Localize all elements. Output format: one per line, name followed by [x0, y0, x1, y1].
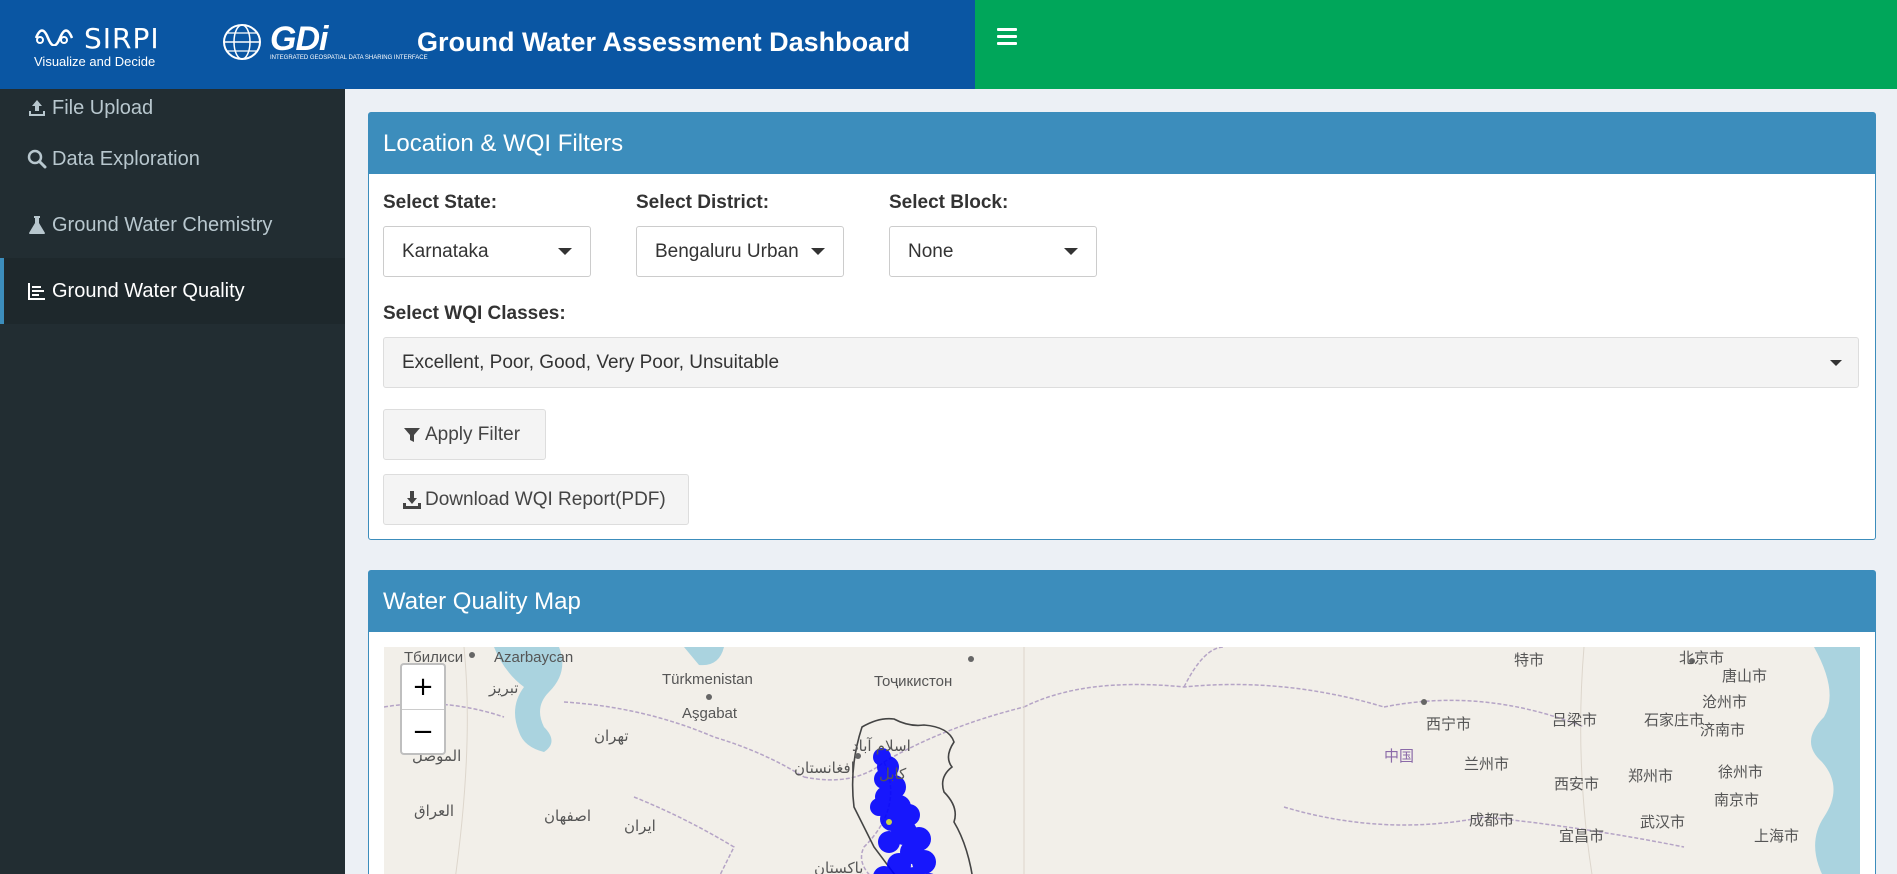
upload-icon: [26, 97, 48, 119]
map-panel-title: Water Quality Map: [369, 571, 1875, 632]
wqi-classes-label: Select WQI Classes:: [383, 303, 566, 324]
state-label: Select State:: [383, 192, 498, 213]
district-label: Select District:: [636, 192, 770, 213]
map-label: 特市: [1514, 652, 1545, 669]
top-navbar: [975, 0, 1897, 89]
sidebar-item-label: Ground Water Chemistry: [52, 213, 273, 236]
map-label: 吕梁市: [1552, 712, 1598, 729]
map-label: 西安市: [1554, 776, 1600, 793]
state-select-value: Karnataka: [402, 240, 489, 262]
wqi-classes-value: Excellent, Poor, Good, Very Poor, Unsuit…: [402, 351, 780, 373]
sidebar-item-data-exploration[interactable]: Data Exploration: [0, 126, 345, 192]
sidebar-item-file-upload[interactable]: File Upload: [0, 89, 345, 126]
map-label: 石家庄市: [1644, 712, 1705, 729]
map-label: 宜昌市: [1559, 828, 1605, 845]
sidebar-item-label: File Upload: [52, 97, 154, 119]
main-content: Location & WQI Filters Select State: Kar…: [345, 89, 1897, 874]
sirpi-tagline: Visualize and Decide: [34, 54, 156, 69]
gdi-logo-text: GDi: [270, 19, 328, 58]
apply-filter-button[interactable]: Apply Filter: [383, 409, 546, 460]
sirpi-wave-icon: [34, 24, 82, 54]
brand-bar: SIRPI Visualize and Decide GDi INTEGRATE…: [0, 0, 975, 89]
map-panel: Water Quality Map Тбилиси Azarbaycan تبر…: [368, 570, 1876, 874]
chevron-down-icon: [1064, 248, 1078, 255]
sidebar-toggle-icon[interactable]: [997, 28, 1017, 46]
map-label: 兰州市: [1464, 756, 1510, 773]
block-select[interactable]: None: [889, 226, 1097, 277]
map-label: تهران: [594, 728, 629, 745]
wqi-classes-select[interactable]: Excellent, Poor, Good, Very Poor, Unsuit…: [383, 337, 1859, 388]
map-label: 郑州市: [1628, 768, 1674, 785]
map-basemap: [384, 647, 1860, 874]
sidebar-item-ground-water-chemistry[interactable]: Ground Water Chemistry: [0, 192, 345, 258]
map-label: 西宁市: [1426, 716, 1472, 733]
gdi-logo-text-group: GDi INTEGRATED GEOSPATIAL DATA SHARING I…: [270, 19, 428, 62]
district-select[interactable]: Bengaluru Urban: [636, 226, 844, 277]
sidebar: File Upload Data Exploration Ground Wate…: [0, 89, 345, 874]
map-label: Тоҷикистон: [874, 673, 953, 690]
download-icon: [402, 490, 422, 510]
filter-icon: [402, 425, 422, 445]
map-zoom-control: + −: [400, 663, 446, 755]
map-label: Türkmenistan: [662, 671, 753, 688]
block-label: Select Block:: [889, 192, 1009, 213]
map-label: Aşgabat: [682, 705, 738, 722]
map-label: 济南市: [1700, 722, 1746, 739]
apply-filter-label: Apply Filter: [425, 423, 521, 445]
chart-icon: [26, 280, 48, 302]
chevron-down-icon: [1830, 360, 1842, 366]
map-label: کابل: [879, 766, 907, 783]
header: SIRPI Visualize and Decide GDi INTEGRATE…: [0, 0, 1897, 89]
gdi-logo-subtext: INTEGRATED GEOSPATIAL DATA SHARING INTER…: [270, 54, 428, 61]
map-label: 北京市: [1679, 650, 1725, 667]
state-select[interactable]: Karnataka: [383, 226, 591, 277]
flask-icon: [26, 214, 48, 236]
map-label: اسلام آباد: [852, 738, 911, 755]
map-label: 唐山市: [1722, 668, 1768, 685]
filters-panel: Location & WQI Filters Select State: Kar…: [368, 112, 1876, 540]
zoom-out-button[interactable]: −: [402, 709, 444, 753]
map-label: تبریز: [489, 680, 519, 697]
district-select-value: Bengaluru Urban: [655, 240, 799, 262]
chevron-down-icon: [811, 248, 825, 255]
map-label: 徐州市: [1718, 764, 1764, 781]
map-label: 武汉市: [1640, 814, 1686, 831]
map-label: افغانستان: [794, 760, 855, 777]
sidebar-item-label: Data Exploration: [52, 147, 200, 170]
map-label: اصفهان: [544, 808, 591, 825]
sirpi-logo[interactable]: SIRPI Visualize and Decide: [34, 24, 160, 69]
chevron-down-icon: [558, 248, 572, 255]
block-select-value: None: [908, 240, 954, 262]
sidebar-item-label: Ground Water Quality: [52, 279, 245, 302]
map-label: ایران: [624, 818, 656, 835]
download-report-label: Download WQI Report(PDF): [425, 488, 666, 510]
globe-icon: [223, 24, 261, 60]
map-label: 成都市: [1469, 812, 1515, 829]
map-label: 沧州市: [1702, 694, 1748, 711]
filters-panel-title: Location & WQI Filters: [369, 113, 1875, 174]
map-label: پاکستان: [814, 860, 864, 874]
gdi-logo[interactable]: GDi INTEGRATED GEOSPATIAL DATA SHARING I…: [220, 22, 428, 62]
sidebar-item-ground-water-quality[interactable]: Ground Water Quality: [0, 258, 345, 324]
map-label: العراق: [414, 803, 455, 820]
sirpi-logo-text: SIRPI: [84, 22, 160, 55]
map-label: 南京市: [1714, 792, 1760, 809]
zoom-in-button[interactable]: +: [402, 665, 444, 709]
app-title: Ground Water Assessment Dashboard: [417, 27, 911, 57]
download-report-button[interactable]: Download WQI Report(PDF): [383, 474, 689, 525]
search-icon: [26, 148, 48, 170]
map-label: 中国: [1384, 748, 1415, 765]
sirpi-logo-mark: SIRPI: [34, 24, 160, 54]
water-quality-map[interactable]: Тбилиси Azarbaycan تبریز Türkmenistan Aş…: [384, 647, 1860, 874]
map-label: 上海市: [1754, 828, 1800, 845]
map-label: Azarbaycan: [494, 649, 574, 666]
